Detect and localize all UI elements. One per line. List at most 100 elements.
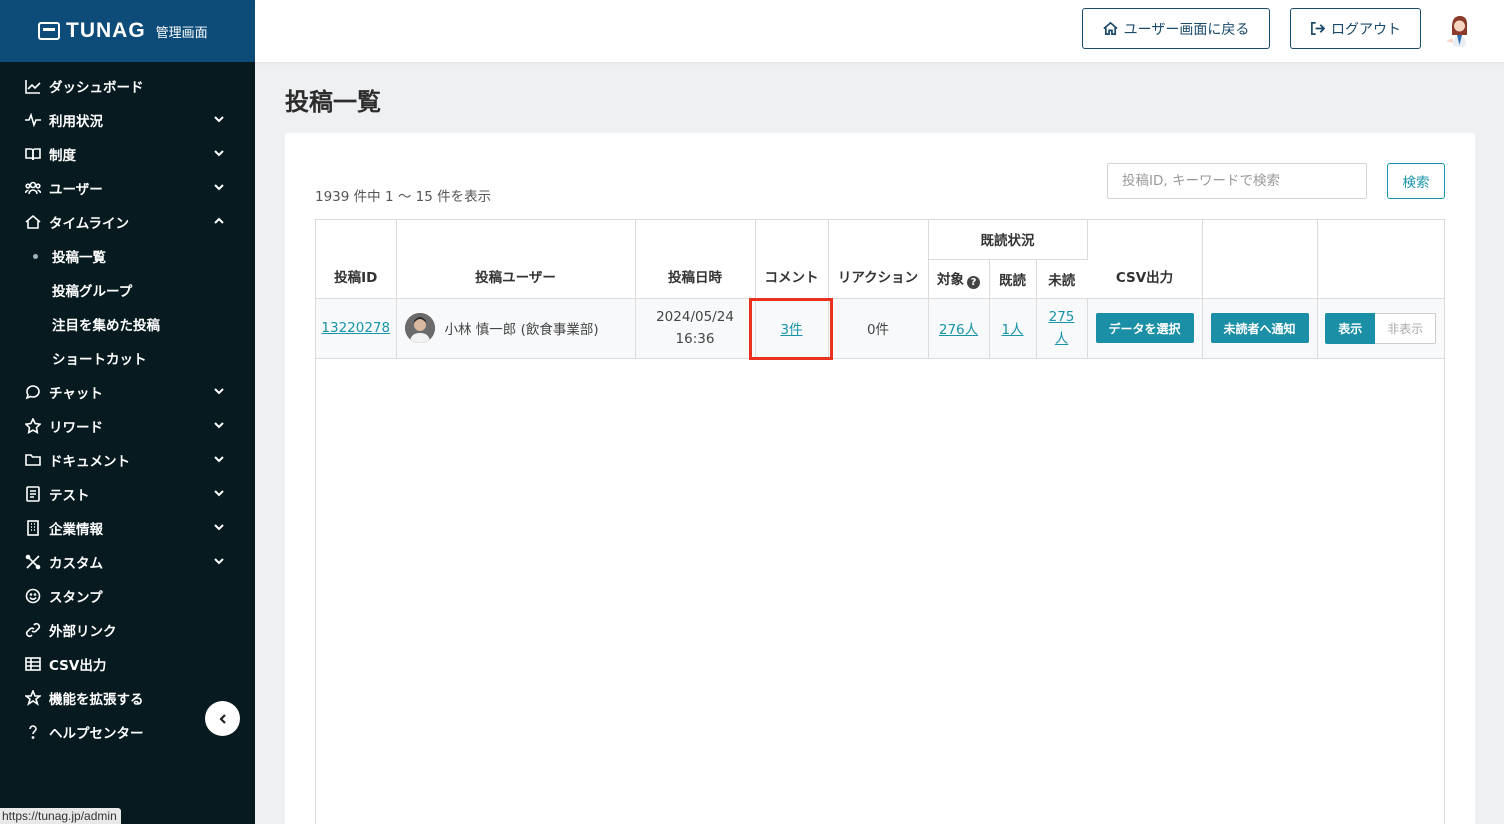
sidebar-subitem-featured-posts[interactable]: 注目を集めた投稿 — [0, 307, 255, 341]
help-icon — [24, 724, 41, 741]
chevron-down-icon — [213, 385, 225, 397]
back-to-user-screen-button[interactable]: ユーザー画面に戻る — [1082, 8, 1270, 49]
post-id-link[interactable]: 13220278 — [321, 320, 390, 336]
logout-icon — [1311, 22, 1325, 35]
col-header-read: 既読 — [989, 259, 1037, 299]
avatar[interactable] — [1442, 13, 1476, 47]
target-count-link[interactable]: 276人 — [939, 322, 978, 338]
sidebar-item-label: ダッシュボード — [49, 80, 144, 96]
sidebar-item-csv-export[interactable]: CSV出力 — [0, 647, 255, 681]
sidebar-item-chat[interactable]: チャット — [0, 375, 255, 409]
search-input[interactable] — [1107, 163, 1367, 199]
sidebar-collapse-button[interactable] — [205, 701, 240, 736]
comment-cell: 3件 — [755, 298, 829, 359]
chat-icon — [24, 384, 41, 401]
col-header-reaction[interactable]: リアクション — [828, 220, 929, 299]
post-date: 2024/05/24 — [656, 309, 734, 325]
home-icon — [1103, 21, 1118, 35]
col-header-target-label: 対象 — [937, 272, 964, 288]
comment-count-link[interactable]: 3件 — [780, 322, 802, 338]
sidebar-subitem-label: 注目を集めた投稿 — [52, 318, 160, 334]
hide-option[interactable]: 非表示 — [1375, 312, 1437, 344]
brand-subtitle: 管理画面 — [155, 25, 208, 41]
table-icon — [24, 656, 41, 673]
avatar — [404, 313, 435, 343]
col-header-visibility — [1317, 220, 1444, 299]
col-header-post-id[interactable]: 投稿ID — [316, 220, 397, 299]
sidebar-item-usage[interactable]: 利用状況 — [0, 103, 255, 137]
sidebar-subitem-label: 投稿一覧 — [52, 250, 106, 266]
col-header-post-user[interactable]: 投稿ユーザー — [396, 220, 636, 299]
sidebar-item-dashboard[interactable]: ダッシュボード — [0, 69, 255, 103]
sidebar-item-reward[interactable]: リワード — [0, 409, 255, 443]
logout-button[interactable]: ログアウト — [1290, 8, 1421, 49]
chevron-down-icon — [213, 555, 225, 567]
post-id-cell: 13220278 — [316, 298, 397, 359]
sidebar-item-test[interactable]: テスト — [0, 477, 255, 511]
sidebar-item-label: 外部リンク — [49, 624, 117, 640]
sidebar-item-users[interactable]: ユーザー — [0, 171, 255, 205]
sidebar-item-label: タイムライン — [49, 216, 130, 232]
reaction-cell: 0件 — [828, 298, 929, 359]
sidebar-subitem-post-groups[interactable]: 投稿グループ — [0, 273, 255, 307]
sidebar-item-timeline[interactable]: タイムライン — [0, 205, 255, 239]
unread-count-unit: 人 — [1054, 331, 1069, 347]
chevron-down-icon — [213, 147, 225, 159]
sidebar-item-label: ヘルプセンター — [49, 726, 144, 742]
chart-line-icon — [24, 78, 41, 95]
sidebar-item-company-info[interactable]: 企業情報 — [0, 511, 255, 545]
book-icon — [24, 146, 41, 163]
sidebar-item-external-links[interactable]: 外部リンク — [0, 613, 255, 647]
status-bar-url: https://tunag.jp/admin — [0, 808, 121, 824]
table-row: 13220278 小林 慎一郎 (飲食事業部) 2024/05/24 16:36 — [316, 298, 1444, 359]
test-icon — [24, 486, 41, 503]
unread-count-link[interactable]: 275 人 — [1049, 309, 1075, 347]
chevron-down-icon — [213, 419, 225, 431]
chevron-down-icon — [213, 181, 225, 193]
logo-mark-icon — [38, 22, 60, 40]
users-icon — [24, 180, 41, 197]
sidebar-item-documents[interactable]: ドキュメント — [0, 443, 255, 477]
star-icon — [24, 418, 41, 435]
sidebar: TUNAG 管理画面 ダッシュボード 利用状況 制度 ユーザー タイムライン 投… — [0, 0, 255, 824]
page-title: 投稿一覧 — [285, 88, 381, 116]
show-option[interactable]: 表示 — [1325, 312, 1376, 344]
unread-cell: 275 人 — [1036, 298, 1088, 359]
visibility-toggle[interactable]: 表示 非表示 — [1325, 312, 1437, 344]
post-list-card: 1939 件中 1 〜 15 件を表示 検索 投稿ID 投稿ユーザー 投稿日時 … — [285, 133, 1475, 824]
back-to-user-screen-label: ユーザー画面に戻る — [1123, 21, 1250, 38]
sidebar-nav: ダッシュボード 利用状況 制度 ユーザー タイムライン 投稿一覧 投稿グループ — [0, 62, 255, 749]
sidebar-item-label: スタンプ — [49, 590, 103, 606]
notify-cell: 未読者へ通知 — [1202, 298, 1318, 359]
post-time: 16:36 — [675, 331, 715, 347]
col-header-csv: CSV出力 — [1087, 220, 1203, 299]
sidebar-subitem-post-list[interactable]: 投稿一覧 — [0, 239, 255, 273]
brand-header[interactable]: TUNAG 管理画面 — [0, 0, 255, 62]
target-cell: 276人 — [928, 298, 990, 359]
post-table-container: 投稿ID 投稿ユーザー 投稿日時 コメント リアクション 既読状況 CSV出力 … — [315, 219, 1445, 824]
extend-icon — [24, 690, 41, 707]
search-button[interactable]: 検索 — [1387, 163, 1445, 199]
select-data-button[interactable]: データを選択 — [1095, 313, 1194, 343]
chevron-down-icon — [213, 487, 225, 499]
sidebar-item-label: ユーザー — [49, 182, 103, 198]
notify-unread-button[interactable]: 未読者へ通知 — [1210, 313, 1309, 343]
smile-icon — [24, 588, 41, 605]
col-header-unread: 未読 — [1036, 259, 1087, 299]
chevron-left-icon — [218, 713, 226, 724]
sidebar-subitem-shortcuts[interactable]: ショートカット — [0, 341, 255, 375]
sidebar-item-custom[interactable]: カスタム — [0, 545, 255, 579]
col-header-post-date[interactable]: 投稿日時 — [635, 220, 756, 299]
col-header-comment[interactable]: コメント — [755, 220, 829, 299]
sidebar-item-system[interactable]: 制度 — [0, 137, 255, 171]
logout-label: ログアウト — [1331, 21, 1401, 38]
sidebar-item-stamps[interactable]: スタンプ — [0, 579, 255, 613]
result-count: 1939 件中 1 〜 15 件を表示 — [315, 189, 492, 205]
post-table: 投稿ID 投稿ユーザー 投稿日時 コメント リアクション 既読状況 CSV出力 … — [316, 220, 1444, 359]
read-count-link[interactable]: 1人 — [1001, 322, 1023, 338]
chevron-down-icon — [213, 113, 225, 125]
question-icon[interactable]: ? — [967, 276, 980, 289]
pulse-icon — [24, 112, 41, 129]
chevron-down-icon — [213, 453, 225, 465]
col-header-notify — [1202, 220, 1318, 299]
